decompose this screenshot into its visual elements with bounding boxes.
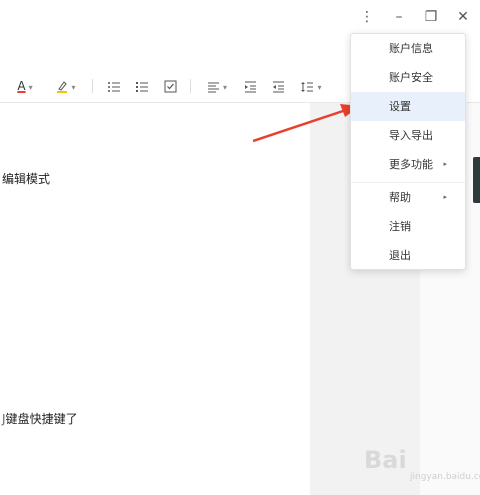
menu-item-label: 账户信息 xyxy=(389,42,433,55)
menu-item-settings[interactable]: 设置 xyxy=(351,92,465,121)
menu-item-label: 注销 xyxy=(389,220,411,233)
menu-item-label: 导入导出 xyxy=(389,129,433,142)
watermark-subtext: jingyan.baidu.com xyxy=(410,472,480,482)
menu-item-label: 更多功能 xyxy=(389,158,433,171)
menu-item-help[interactable]: 帮助 ▸ xyxy=(351,183,465,212)
menu-item-import-export[interactable]: 导入导出 xyxy=(351,121,465,150)
menu-item-label: 账户安全 xyxy=(389,71,433,84)
account-menu: 账户信息 账户安全 设置 导入导出 更多功能 ▸ 帮助 ▸ 注销 退出 xyxy=(350,33,466,270)
menu-item-more-features[interactable]: 更多功能 ▸ xyxy=(351,150,465,179)
menu-item-label: 设置 xyxy=(389,100,411,113)
submenu-arrow-icon: ▸ xyxy=(443,160,447,168)
menu-item-label: 帮助 xyxy=(389,191,411,204)
menu-item-exit[interactable]: 退出 xyxy=(351,241,465,270)
baidu-watermark: Bai jingyan.baidu.com xyxy=(364,446,480,486)
menu-item-account-security[interactable]: 账户安全 xyxy=(351,63,465,92)
submenu-arrow-icon: ▸ xyxy=(443,193,447,201)
menu-item-logout[interactable]: 注销 xyxy=(351,212,465,241)
watermark-text: Bai xyxy=(364,446,407,474)
menu-item-account-info[interactable]: 账户信息 xyxy=(351,34,465,63)
menu-item-label: 退出 xyxy=(389,249,411,262)
